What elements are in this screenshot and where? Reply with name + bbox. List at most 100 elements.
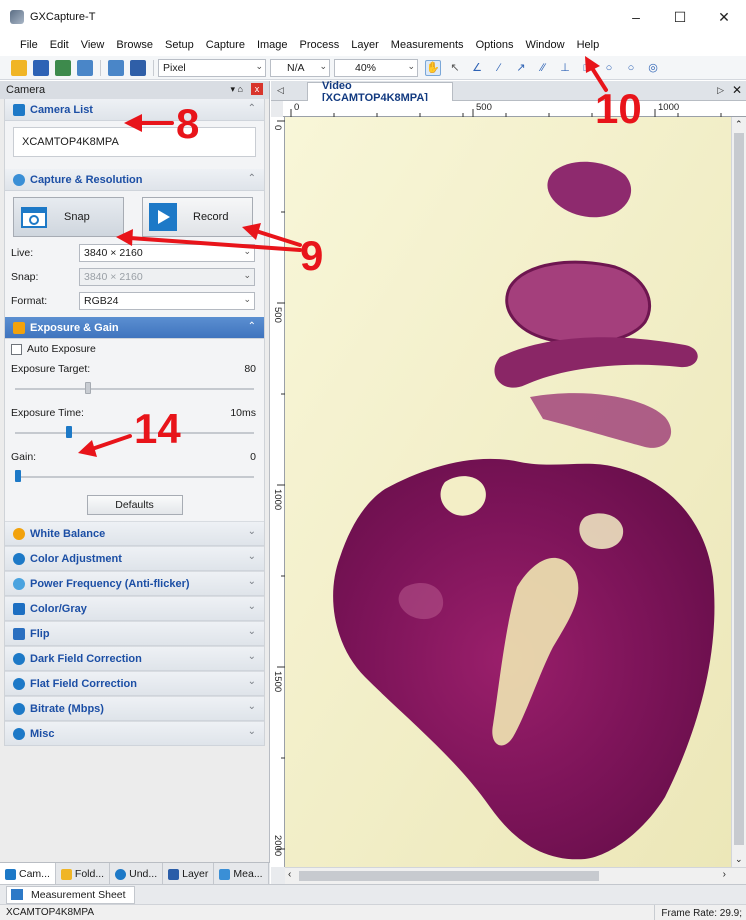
save-as-icon[interactable] (55, 59, 71, 76)
menu-setup[interactable]: Setup (159, 39, 200, 51)
hruler-label-1000: 1000 (658, 102, 680, 113)
camera-dock-panel: Camera ▾ ⌂ x Camera List ⌃ XCAMTOP4K8MPA… (0, 81, 270, 885)
section-capture-resolution[interactable]: Capture & Resolution ⌃ (5, 169, 264, 191)
section-power-frequency[interactable]: Power Frequency (Anti-flicker) ⌄ (5, 571, 264, 596)
defaults-button[interactable]: Defaults (86, 495, 183, 515)
tab-camera[interactable]: Cam... (0, 863, 56, 885)
section-flat-field-correction[interactable]: Flat Field Correction ⌄ (5, 671, 264, 696)
measurement-tab-icon (219, 868, 231, 880)
scroll-left-icon[interactable]: ‹ (288, 869, 291, 880)
menu-image[interactable]: Image (251, 39, 294, 51)
menu-view[interactable]: View (75, 39, 111, 51)
snap-button[interactable]: Snap (13, 197, 124, 237)
menu-options[interactable]: Options (470, 39, 520, 51)
rectangle-tool-icon[interactable]: □ (579, 60, 595, 76)
circle-tool-icon[interactable]: ○ (623, 60, 639, 76)
expand-icon: ⌄ (247, 651, 256, 662)
chevron-down-icon: ⌄ (243, 270, 251, 280)
slider-thumb[interactable] (66, 426, 72, 438)
callout-14: 14 (134, 405, 181, 452)
annulus-tool-icon[interactable]: ◎ (645, 60, 661, 76)
dock-close-icon[interactable]: x (251, 83, 263, 95)
save-icon[interactable] (33, 59, 49, 76)
menu-help[interactable]: Help (571, 39, 606, 51)
vertical-ruler: 0 500 1000 1500 2000 (271, 117, 285, 867)
camera-list-item[interactable]: XCAMTOP4K8MPA (13, 127, 256, 157)
section-color-adjustment[interactable]: Color Adjustment ⌄ (5, 546, 264, 571)
dock-tab-strip: Cam... Fold... Und... Layer Mea... (0, 862, 270, 885)
menu-browse[interactable]: Browse (110, 39, 159, 51)
live-resolution-select[interactable]: 3840 × 2160 ⌄ (79, 244, 255, 262)
collapse-icon: ⌃ (247, 321, 256, 332)
tab-label: Fold... (74, 868, 105, 880)
section-bitrate[interactable]: Bitrate (Mbps) ⌄ (5, 696, 264, 721)
menu-edit[interactable]: Edit (44, 39, 75, 51)
pin-icon[interactable]: ▾ ⌂ (231, 84, 243, 95)
scroll-thumb[interactable] (299, 871, 599, 881)
menu-layer[interactable]: Layer (345, 39, 385, 51)
video-canvas[interactable] (285, 117, 731, 867)
scroll-thumb[interactable] (734, 133, 744, 845)
tab-scroll-left-icon[interactable]: ◁ (277, 85, 284, 96)
grid-icon[interactable] (130, 59, 146, 76)
auto-exposure-label: Auto Exposure (27, 343, 96, 355)
angle-tool-icon[interactable]: ∠ (469, 60, 485, 76)
menu-process[interactable]: Process (294, 39, 346, 51)
chevron-down-icon: ⌄ (255, 60, 263, 71)
camera-icon[interactable] (77, 59, 93, 76)
ellipse-tool-icon[interactable]: ○ (601, 60, 617, 76)
document-close-icon[interactable]: ✕ (732, 83, 742, 97)
tab-undo[interactable]: Und... (110, 863, 164, 885)
vertical-scrollbar[interactable]: ⌃ ⌄ (731, 117, 746, 867)
select-arrow-icon[interactable]: ↖ (447, 60, 463, 76)
scroll-up-icon[interactable]: ⌃ (735, 119, 743, 130)
tab-measurement[interactable]: Mea... (214, 863, 269, 885)
unit-select[interactable]: Pixel ⌄ (158, 58, 266, 77)
slider-track (15, 388, 254, 390)
document-tab-strip: ◁ Video [XCAMTOP4K8MPA] ▷ ✕ (271, 80, 746, 104)
menu-window[interactable]: Window (519, 39, 570, 51)
tab-folder[interactable]: Fold... (56, 863, 111, 885)
expand-icon: ⌄ (247, 601, 256, 612)
browse-icon[interactable] (108, 59, 124, 76)
menu-file[interactable]: File (14, 39, 44, 51)
gain-slider[interactable] (15, 467, 254, 487)
line-tool-icon[interactable]: ∕ (491, 60, 507, 76)
section-flip[interactable]: Flip ⌄ (5, 621, 264, 646)
section-camera-list[interactable]: Camera List ⌃ (5, 99, 264, 121)
tab-layer[interactable]: Layer (163, 863, 215, 885)
section-title: Bitrate (Mbps) (30, 702, 104, 715)
layer-tab-icon (168, 868, 180, 880)
record-button[interactable]: Record (142, 197, 253, 237)
scroll-down-icon[interactable]: ⌄ (735, 854, 743, 865)
auto-exposure-checkbox[interactable] (11, 343, 22, 355)
zoom-select[interactable]: 40% ⌄ (334, 58, 418, 77)
parallel-tool-icon[interactable]: ∕∕ (535, 60, 551, 76)
section-misc[interactable]: Misc ⌄ (5, 721, 264, 746)
arrow-line-tool-icon[interactable]: ↗ (513, 60, 529, 76)
slider-thumb[interactable] (85, 382, 91, 394)
menu-measurements[interactable]: Measurements (385, 39, 470, 51)
open-folder-icon[interactable] (11, 59, 27, 76)
scroll-right-icon[interactable]: › (723, 869, 726, 880)
section-white-balance[interactable]: White Balance ⌄ (5, 521, 264, 546)
exposure-target-slider[interactable] (15, 379, 254, 399)
tab-scroll-right-icon[interactable]: ▷ (717, 85, 724, 96)
format-select[interactable]: RGB24 ⌄ (79, 292, 255, 310)
horizontal-scrollbar[interactable]: ‹ › (285, 867, 746, 884)
close-button[interactable]: ✕ (702, 0, 746, 34)
pan-hand-icon[interactable]: ✋ (425, 59, 441, 76)
slider-thumb[interactable] (15, 470, 21, 482)
perpendicular-tool-icon[interactable]: ⊥ (557, 60, 573, 76)
video-document-tab[interactable]: Video [XCAMTOP4K8MPA] (307, 80, 453, 104)
menu-capture[interactable]: Capture (200, 39, 251, 51)
calibration-select[interactable]: N/A ⌄ (270, 58, 330, 77)
section-exposure-gain[interactable]: Exposure & Gain ⌃ (5, 317, 264, 339)
status-camera-name: XCAMTOP4K8MPA (6, 907, 94, 918)
maximize-button[interactable]: ☐ (658, 0, 702, 34)
section-color-gray[interactable]: Color/Gray ⌄ (5, 596, 264, 621)
measurement-sheet-tab[interactable]: Measurement Sheet (6, 885, 135, 904)
minimize-button[interactable]: – (614, 0, 658, 34)
collapse-icon: ⌃ (247, 103, 256, 114)
section-dark-field-correction[interactable]: Dark Field Correction ⌄ (5, 646, 264, 671)
